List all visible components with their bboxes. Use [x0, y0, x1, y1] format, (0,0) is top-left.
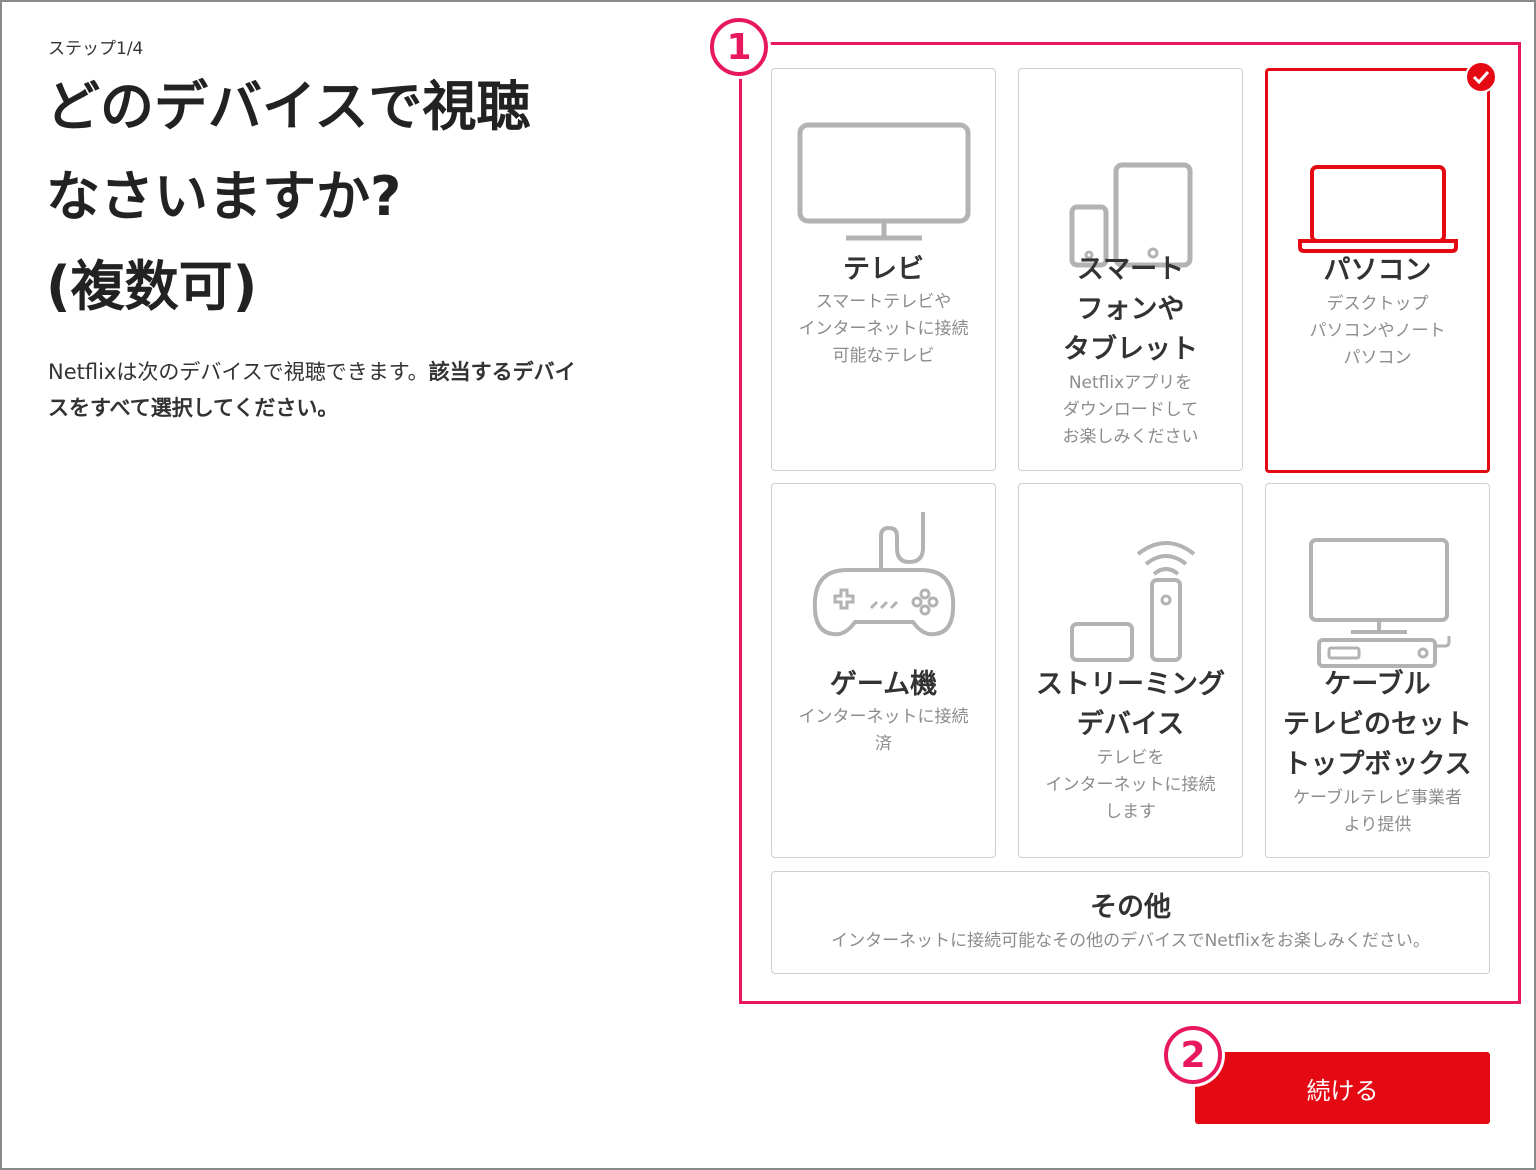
device-card-streaming-device[interactable]: ストリーミング デバイス テレビを インターネットに接続 します [1018, 483, 1243, 858]
tv-icon [772, 121, 995, 243]
title-line-3: (複数可) [46, 255, 258, 318]
game-controller-icon [772, 508, 995, 644]
device-description: ケーブルテレビ事業者 より提供 [1293, 788, 1462, 835]
device-card-pc[interactable]: パソコン デスクトップ パソコンやノート パソコン [1265, 61, 1497, 473]
page-description: Netflixは次のデバイスで視聴できます。該当するデバイスをすべて選択してくだ… [48, 354, 588, 426]
annotation-marker-2: 2 [1164, 1026, 1222, 1084]
device-description: Netflixアプリを ダウンロードして お楽しみください [1062, 373, 1199, 447]
device-description: インターネットに接続可能なその他のデバイスでNetflixをお楽しみください。 [831, 931, 1430, 951]
device-name: ケーブル テレビのセット トップボックス [1283, 669, 1472, 780]
device-description: テレビを インターネットに接続 します [1045, 748, 1216, 822]
device-card-phone-tablet[interactable]: スマート フォンや タブレット Netflixアプリを ダウンロードして お楽しみくださ… [1018, 68, 1243, 471]
step-indicator: ステップ1/4 [48, 39, 144, 59]
device-card-other[interactable]: その他 インターネットに接続可能なその他のデバイスでNetflixをお楽しみくだ… [771, 871, 1490, 974]
checkmark-icon [1465, 61, 1497, 93]
device-description: インターネットに接続済 [798, 707, 969, 754]
device-name: ストリーミング デバイス [1036, 669, 1225, 740]
title-line-2: なさいますか? [46, 165, 402, 228]
device-card-game-console[interactable]: ゲーム機 インターネットに接続済 [771, 483, 996, 858]
page-title: どのデバイスで視聴 なさいますか? (複数可) [46, 62, 646, 332]
device-card-tv[interactable]: テレビ スマートテレビや インターネットに接続 可能なテレビ [771, 68, 996, 471]
title-line-1: どのデバイスで視聴 [46, 75, 531, 138]
device-name: ゲーム機 [829, 669, 938, 700]
continue-button[interactable]: 続ける [1195, 1052, 1490, 1124]
set-top-box-icon [1266, 536, 1489, 672]
device-name: その他 [1090, 892, 1171, 923]
device-name: テレビ [843, 254, 924, 285]
device-description: デスクトップ パソコンやノート パソコン [1309, 294, 1446, 368]
device-description: スマートテレビや インターネットに接続 可能なテレビ [798, 292, 969, 366]
laptop-icon [1268, 163, 1487, 255]
device-card-set-top-box[interactable]: ケーブル テレビのセット トップボックス ケーブルテレビ事業者 より提供 [1265, 483, 1490, 858]
device-name: パソコン [1323, 255, 1432, 286]
streaming-device-icon [1019, 534, 1242, 664]
description-text: Netflixは次のデバイスで視聴できます。 [48, 360, 429, 384]
annotation-marker-1: 1 [710, 18, 768, 76]
device-name: スマート フォンや タブレット [1063, 254, 1198, 365]
